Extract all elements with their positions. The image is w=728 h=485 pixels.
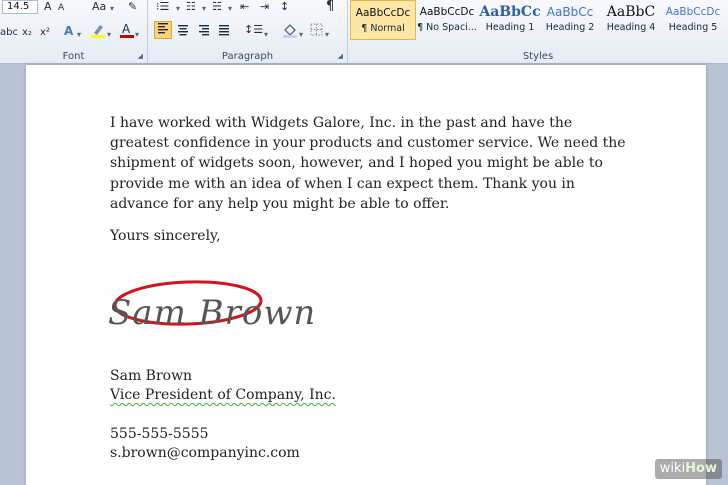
chevron-down-icon[interactable]: ▾ [110,2,114,16]
dialog-launcher-icon[interactable]: ◢ [338,52,343,60]
chevron-down-icon[interactable]: ▾ [325,28,329,42]
style-name: ¶ Normal [361,23,405,34]
line-spacing-icon[interactable]: ↕☰ [244,23,263,37]
grow-font-button[interactable]: A [44,0,52,14]
superscript-icon[interactable]: x² [40,26,50,40]
chevron-down-icon[interactable]: ▾ [299,28,303,42]
justify-icon[interactable] [218,24,230,39]
style-name: Heading 1 [485,22,535,33]
style-name: ¶ No Spaci... [417,22,477,33]
style-heading-5[interactable]: AaBbCcDc Heading 5 [660,0,726,40]
align-right-icon[interactable] [198,24,210,39]
multilevel-list-icon[interactable]: ☵ [212,0,222,14]
wikihow-watermark: wikiHow [654,459,722,479]
clear-format-icon[interactable]: ✎ [128,0,137,14]
chevron-down-icon[interactable]: ▾ [77,28,81,42]
font-group: 14.5 A A Aa ▾ ✎ abc x₂ x² A ▾ ▾ A ▾ Font… [0,0,148,64]
style-preview: AaBbCcDc [355,7,411,19]
style-heading-1[interactable]: AaBbCc Heading 1 [477,0,543,40]
chevron-down-icon[interactable]: ▾ [228,2,232,16]
increase-indent-icon[interactable]: ⇥ [260,0,269,14]
paragraph-group-label: Paragraph [221,51,274,62]
borders-icon[interactable] [310,23,323,39]
sort-icon[interactable]: ↕ [280,0,289,14]
bullets-icon[interactable]: ⁝☰ [156,0,169,14]
dialog-launcher-icon[interactable]: ◢ [138,52,143,60]
style-preview: AaBbCc [546,5,594,19]
align-left-button[interactable] [154,21,172,39]
style-preview: AaBbCc [479,4,541,20]
font-size-box[interactable]: 14.5 [2,0,38,14]
style-name: Heading 4 [606,22,656,33]
chevron-down-icon[interactable]: ▾ [176,2,180,16]
text-effects-icon[interactable]: A [64,24,73,38]
style-no-spacing[interactable]: AaBbCcDc ¶ No Spaci... [414,0,480,40]
chevron-down-icon[interactable]: ▾ [107,28,111,42]
chevron-down-icon[interactable]: ▾ [264,28,268,42]
strikethrough-icon[interactable]: abc [0,26,18,40]
shading-icon[interactable] [282,22,298,41]
style-heading-2[interactable]: AaBbCc Heading 2 [537,0,603,40]
numbering-icon[interactable]: ☷ [186,0,196,14]
sender-phone[interactable]: 555-555-5555 [110,426,209,442]
watermark-wiki: wiki [659,461,686,476]
styles-group: AaBbCcDc ¶ Normal AaBbCcDc ¶ No Spaci...… [348,0,728,64]
style-name: Heading 2 [545,22,595,33]
subscript-icon[interactable]: x₂ [22,26,32,40]
svg-text:A: A [122,22,131,36]
sender-name[interactable]: Sam Brown [110,368,192,384]
align-center-icon[interactable] [177,24,189,39]
styles-group-label: Styles [522,51,554,62]
chevron-down-icon[interactable]: ▾ [135,28,139,42]
shrink-font-button[interactable]: A [58,1,64,15]
font-color-icon[interactable]: A [120,22,134,41]
change-case-button[interactable]: Aa [92,0,106,14]
style-preview: AaBbCcDc [419,6,475,18]
highlight-icon[interactable] [90,22,106,41]
signature: Sam Brown [108,293,317,333]
closing-line[interactable]: Yours sincerely, [110,228,221,244]
style-heading-4[interactable]: AaBbC Heading 4 [598,0,664,40]
document-page[interactable]: I have worked with Widgets Galore, Inc. … [26,65,706,485]
ribbon: 14.5 A A Aa ▾ ✎ abc x₂ x² A ▾ ▾ A ▾ Font… [0,0,728,64]
style-name: Heading 5 [668,22,718,33]
chevron-down-icon[interactable]: ▾ [202,2,206,16]
style-preview: AaBbCcDc [665,6,721,18]
paragraph-group: ⁝☰ ▾ ☷ ▾ ☵ ▾ ⇤ ⇥ ↕ ¶ ↕☰ ▾ ▾ ▾ Paragraph [148,0,348,64]
sender-email[interactable]: s.brown@companyinc.com [110,445,300,461]
body-paragraph[interactable]: I have worked with Widgets Galore, Inc. … [110,113,630,214]
font-group-label: Font [62,51,85,62]
style-preview: AaBbC [606,4,656,20]
show-marks-button[interactable]: ¶ [326,0,334,14]
decrease-indent-icon[interactable]: ⇤ [240,0,249,14]
style-normal[interactable]: AaBbCcDc ¶ Normal [350,0,416,40]
sender-title[interactable]: Vice President of Company, Inc. [110,387,336,403]
watermark-how: How [685,461,717,476]
